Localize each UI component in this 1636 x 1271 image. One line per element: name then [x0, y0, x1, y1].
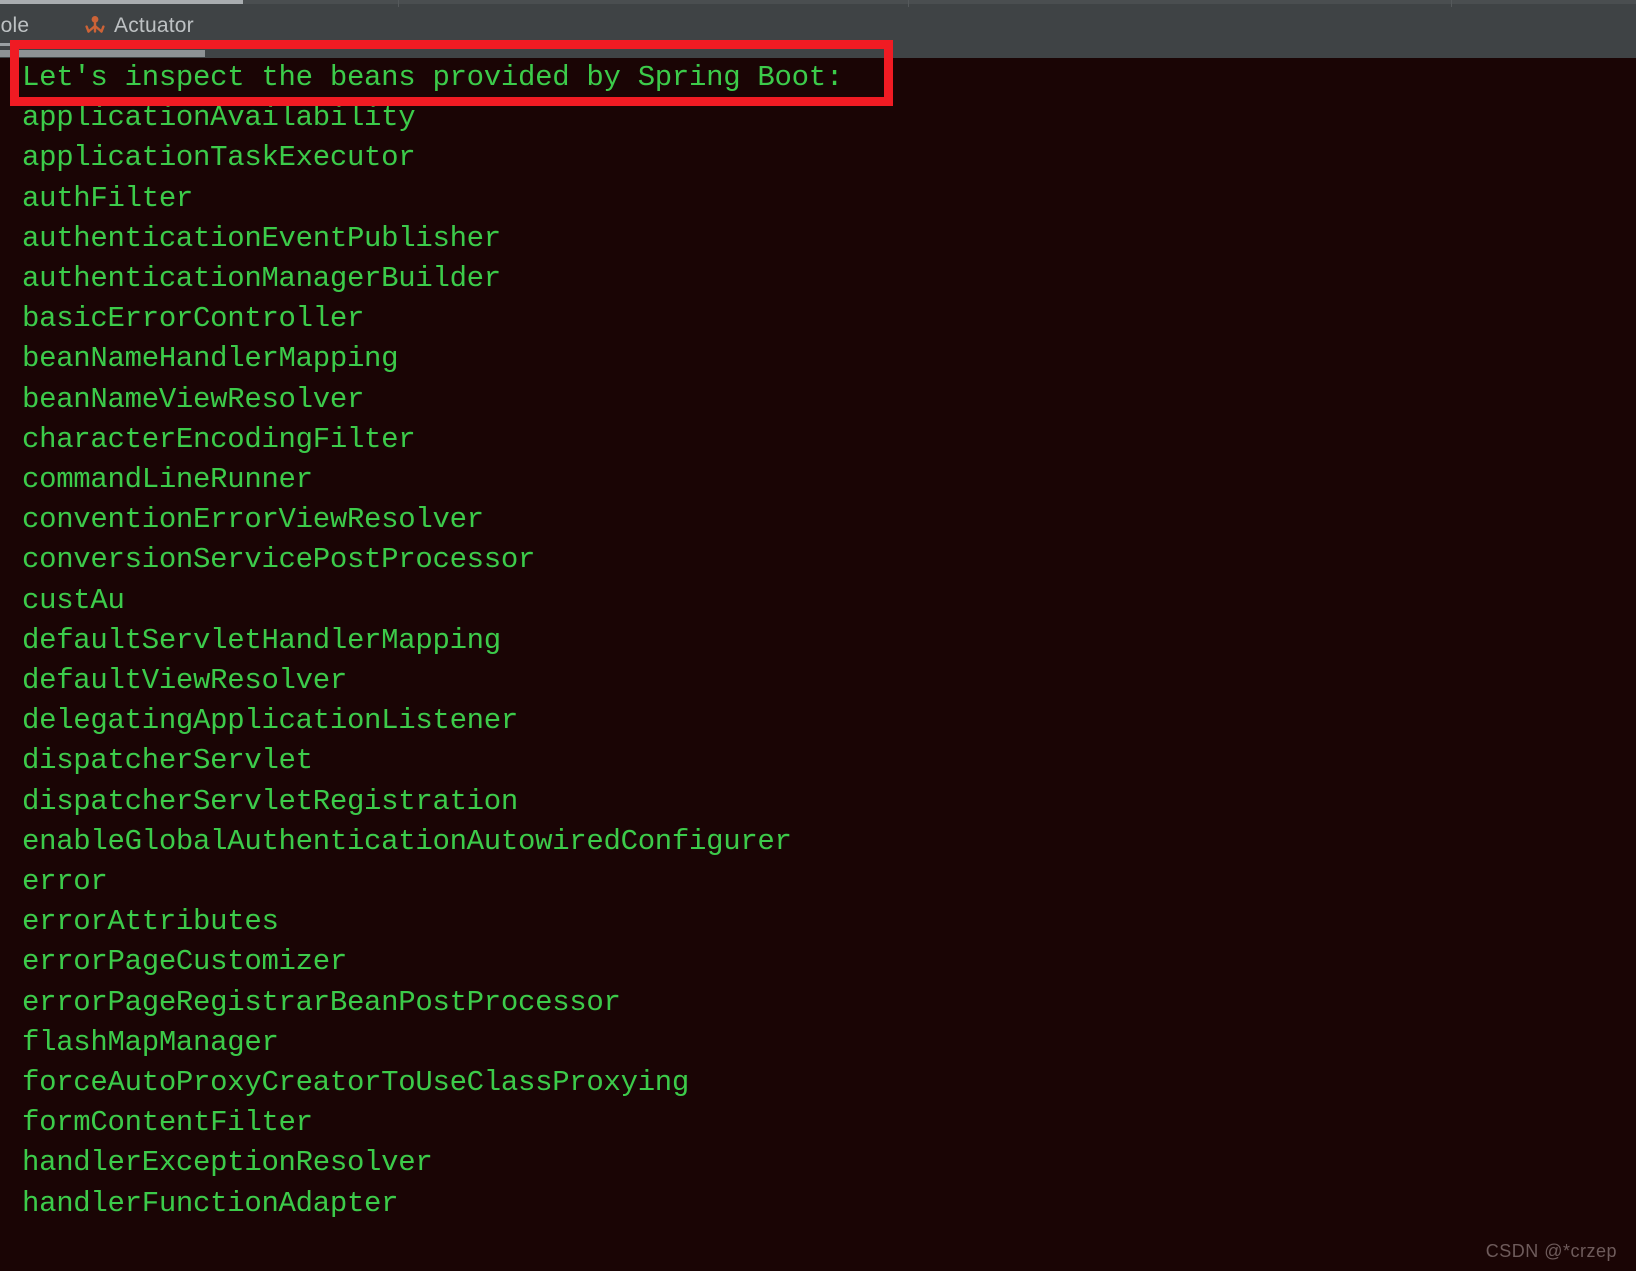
- tab-console-active-underline: [0, 43, 64, 46]
- console-bean-line: handlerExceptionResolver: [22, 1146, 433, 1180]
- console-bean-line: defaultViewResolver: [22, 664, 347, 698]
- console-bean-line: dispatcherServletRegistration: [22, 784, 518, 818]
- console-bean-line: errorPageCustomizer: [22, 945, 347, 979]
- console-bean-line: commandLineRunner: [22, 463, 313, 497]
- console-bean-line: beanNameViewResolver: [22, 382, 365, 416]
- console-bean-line: errorPageRegistrarBeanPostProcessor: [22, 985, 621, 1019]
- console-bean-line: conversionServicePostProcessor: [22, 543, 536, 577]
- console-bean-line: conventionErrorViewResolver: [22, 503, 484, 537]
- console-horizontal-scrollbar[interactable]: [0, 49, 1636, 58]
- console-bean-line: error: [22, 865, 108, 899]
- console-header-line: Let's inspect the beans provided by Spri…: [22, 61, 843, 94]
- console-output-panel[interactable]: Let's inspect the beans provided by Spri…: [0, 49, 1636, 1271]
- tabbar-progress-segment: [0, 0, 243, 4]
- tab-actuator[interactable]: Actuator: [82, 8, 194, 44]
- console-bean-line: characterEncodingFilter: [22, 422, 416, 456]
- console-bean-line: dispatcherServlet: [22, 744, 313, 778]
- console-bean-line: delegatingApplicationListener: [22, 704, 518, 738]
- tabbar-top-progress-strip: [0, 0, 1636, 4]
- actuator-figure-icon: [82, 14, 108, 40]
- tab-console[interactable]: nsole: [0, 8, 29, 44]
- console-bean-line: beanNameHandlerMapping: [22, 342, 399, 376]
- console-bean-line: defaultServletHandlerMapping: [22, 623, 501, 657]
- console-bean-line: authFilter: [22, 181, 194, 215]
- console-bean-line: handlerFunctionAdapter: [22, 1186, 399, 1220]
- tab-console-label: nsole: [0, 14, 30, 37]
- tabbar-separator: [398, 0, 399, 7]
- ide-tool-window-tabbar: nsole Actuator: [0, 0, 1636, 49]
- console-bean-line: formContentFilter: [22, 1106, 313, 1140]
- console-bean-line: enableGlobalAuthenticationAutowiredConfi…: [22, 824, 792, 858]
- console-bean-line: basicErrorController: [22, 302, 365, 336]
- console-bean-line: authenticationEventPublisher: [22, 221, 501, 255]
- tabbar-separator: [1451, 0, 1452, 7]
- console-text-body: Let's inspect the beans provided by Spri…: [22, 58, 1622, 1224]
- console-bean-line: custAu: [22, 583, 125, 617]
- console-bean-line: authenticationManagerBuilder: [22, 262, 501, 296]
- console-bean-line: applicationAvailability: [22, 101, 416, 135]
- console-bean-line: forceAutoProxyCreatorToUseClassProxying: [22, 1066, 690, 1100]
- console-bean-line: errorAttributes: [22, 905, 279, 939]
- console-bean-line: applicationTaskExecutor: [22, 141, 416, 175]
- csdn-watermark: CSDN @*crzep: [1485, 1241, 1617, 1261]
- tabbar-separator: [908, 0, 909, 7]
- console-scrollbar-thumb[interactable]: [0, 50, 205, 57]
- tab-actuator-label: Actuator: [114, 14, 194, 37]
- console-bean-line: flashMapManager: [22, 1025, 279, 1059]
